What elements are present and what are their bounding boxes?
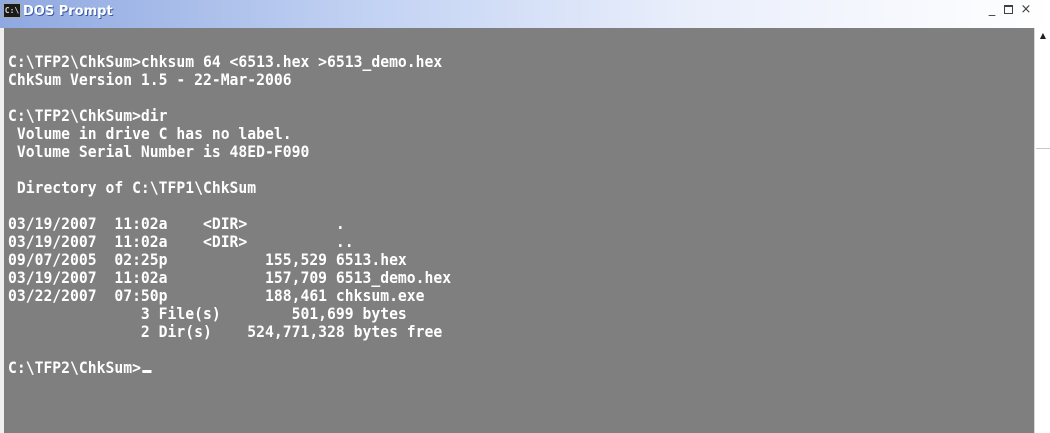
console-line: 2 Dir(s) 524,771,328 bytes free	[8, 322, 443, 341]
scroll-up-arrow-icon[interactable]: ▲	[1036, 30, 1050, 42]
console-line: Volume in drive C has no label.	[8, 124, 292, 143]
console-line: 03/19/2007 11:02a <DIR> .	[8, 214, 345, 233]
console-output: C:\TFP2\ChkSum>chksum 64 <6513.hex >6513…	[8, 35, 451, 377]
console-line: C:\TFP2\ChkSum>dir	[8, 106, 168, 125]
console-line: C:\TFP2\ChkSum>chksum 64 <6513.hex >6513…	[8, 52, 443, 71]
console-line: 09/07/2005 02:25p 155,529 6513.hex	[8, 250, 407, 269]
c-prompt-icon: C:\	[3, 3, 21, 18]
console-line: Volume Serial Number is 48ED-F090	[8, 142, 310, 161]
console-line: Directory of C:\TFP1\ChkSum	[8, 178, 257, 197]
scrollbar-thumb[interactable]	[1036, 44, 1050, 149]
console-lines: C:\TFP2\ChkSum>chksum 64 <6513.hex >6513…	[8, 52, 451, 341]
console-line: 03/19/2007 11:02a 157,709 6513_demo.hex	[8, 268, 452, 287]
console-line: 03/19/2007 11:02a <DIR> ..	[8, 232, 354, 251]
console-area[interactable]: C:\TFP2\ChkSum>chksum 64 <6513.hex >6513…	[0, 28, 1034, 433]
window-title: DOS Prompt	[23, 4, 113, 19]
console-line: 03/22/2007 07:50p 188,461 chksum.exe	[8, 286, 425, 305]
console-line: ChkSum Version 1.5 - 22-Mar-2006	[8, 70, 292, 89]
console-line: 3 File(s) 501,699 bytes	[8, 304, 407, 323]
text-cursor	[141, 370, 152, 373]
title-bar[interactable]: C:\ DOS Prompt _ ×	[0, 0, 1050, 28]
maximize-icon	[1004, 5, 1013, 14]
current-prompt: C:\TFP2\ChkSum>	[8, 358, 141, 377]
maximize-button[interactable]	[1002, 3, 1016, 17]
vertical-scrollbar[interactable]: ▲	[1034, 28, 1050, 433]
close-button[interactable]: ×	[1019, 3, 1033, 17]
minimize-button[interactable]: _	[985, 3, 999, 17]
